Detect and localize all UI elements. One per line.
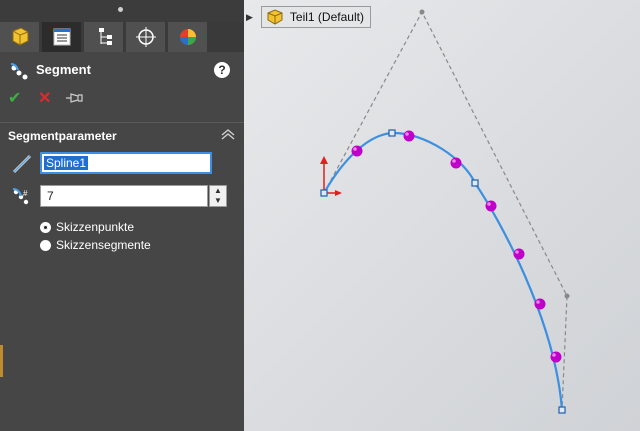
segment-count-input[interactable]: 7 — [40, 185, 208, 207]
manager-tabbar — [0, 22, 244, 52]
control-handle[interactable] — [564, 293, 570, 299]
cancel-button[interactable]: ✕ — [38, 88, 51, 108]
radio-skizzensegmente-label: Skizzensegmente — [56, 238, 151, 252]
radio-button-icon[interactable] — [40, 239, 51, 251]
spline-endpoint[interactable] — [558, 406, 566, 414]
panel-title: Segment — [36, 62, 91, 77]
section-header-segmentparameter[interactable]: Segmentparameter — [0, 122, 244, 149]
panel-title-row: Segment ? — [8, 60, 236, 82]
segment-preview-points — [351, 130, 562, 363]
segment-count-stepper[interactable]: ▲ ▼ — [209, 185, 227, 207]
sketch-entity-icon — [12, 154, 32, 174]
radio-skizzenpunkte[interactable]: Skizzenpunkte — [40, 219, 134, 235]
svg-text:#: # — [23, 189, 28, 198]
segment-point — [450, 157, 462, 169]
spline-through-point[interactable] — [471, 179, 479, 187]
panel-grip[interactable] — [0, 0, 244, 22]
sidebar-accent-bar — [0, 345, 3, 377]
tab-property-manager[interactable] — [42, 22, 82, 52]
stepper-down-icon[interactable]: ▼ — [210, 196, 226, 206]
section-title: Segmentparameter — [8, 129, 117, 143]
spline-through-point[interactable] — [388, 129, 396, 137]
grip-dot-icon — [118, 7, 123, 12]
entity-selection-value: Spline1 — [44, 156, 89, 170]
configuration-manager-icon — [98, 28, 112, 45]
feature-manager-icon — [12, 27, 28, 46]
help-icon[interactable]: ? — [214, 62, 230, 78]
origin-x-arrow-icon — [335, 190, 342, 196]
stepper-up-icon[interactable]: ▲ — [210, 186, 226, 196]
segment-point — [513, 248, 525, 260]
spline-curve[interactable] — [323, 131, 564, 411]
display-manager-icon — [179, 29, 196, 45]
radio-skizzensegmente[interactable]: Skizzensegmente — [40, 237, 151, 253]
pushpin-icon — [66, 93, 83, 103]
radio-skizzenpunkte-label: Skizzenpunkte — [56, 220, 135, 234]
control-handle[interactable] — [419, 9, 425, 15]
segment-point — [534, 298, 546, 310]
segment-point — [550, 351, 562, 363]
sketch-drawing[interactable] — [244, 0, 640, 431]
segment-point — [403, 130, 415, 142]
tab-feature-manager[interactable] — [0, 22, 40, 52]
spline-endpoint[interactable] — [320, 189, 328, 197]
tab-dimxpert-manager[interactable] — [126, 22, 166, 52]
origin-y-arrow-icon — [320, 156, 328, 164]
dimxpert-icon — [135, 27, 156, 47]
pin-button[interactable] — [64, 90, 84, 111]
radio-button-icon[interactable] — [40, 221, 51, 233]
tab-configuration-manager[interactable] — [84, 22, 124, 52]
tab-display-manager[interactable] — [168, 22, 208, 52]
spline-control-polygon — [323, 10, 568, 411]
segment-point — [351, 145, 363, 157]
entity-selection-field[interactable]: Spline1 — [40, 152, 212, 174]
segment-count-icon: # — [12, 188, 29, 205]
ok-button[interactable]: ✔ — [8, 88, 21, 108]
property-manager-panel: Segment ? ✔ ✕ Segmentparameter Spline1 #… — [0, 0, 244, 431]
property-manager-icon — [53, 28, 70, 46]
segment-icon — [10, 63, 28, 80]
collapse-chevron-icon[interactable] — [220, 127, 236, 141]
segment-point — [485, 200, 497, 212]
